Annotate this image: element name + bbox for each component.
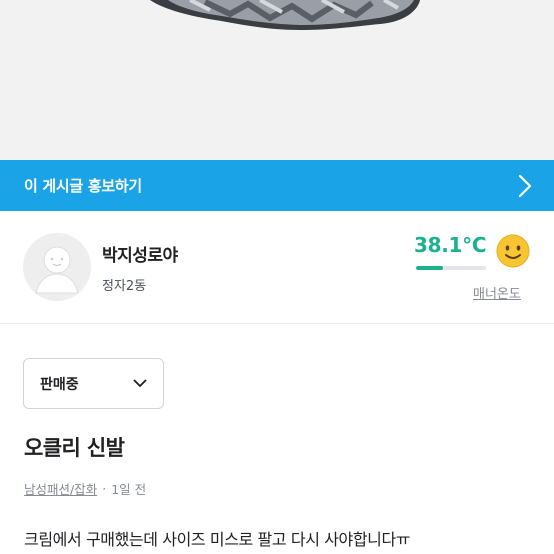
promote-post-label: 이 게시글 홍보하기 bbox=[24, 177, 142, 195]
sale-status-dropdown[interactable]: 판매중 bbox=[23, 358, 164, 409]
smiley-face-icon bbox=[496, 234, 530, 268]
avatar-face-icon bbox=[24, 234, 90, 300]
sale-status-value: 판매중 bbox=[40, 376, 79, 393]
item-time-ago: 1일 전 bbox=[111, 482, 147, 497]
manner-temperature-value: 38.1°C bbox=[414, 233, 487, 257]
default-avatar-icon[interactable] bbox=[23, 233, 91, 301]
item-description: 크림에서 구매했는데 사이즈 미스로 팔고 다시 사야합니다ㅠ bbox=[24, 530, 411, 549]
seller-name[interactable]: 박지성로야 bbox=[102, 241, 178, 266]
product-photo[interactable] bbox=[0, 0, 554, 160]
promote-post-bar[interactable]: 이 게시글 홍보하기 bbox=[0, 160, 554, 211]
manner-temperature-fill bbox=[416, 266, 443, 270]
chevron-right-icon bbox=[518, 174, 532, 197]
item-category-link[interactable]: 남성패션/잡화 bbox=[24, 479, 97, 498]
seller-location: 정자2동 bbox=[102, 279, 147, 294]
shoe-image bbox=[150, 0, 420, 30]
meta-separator: · bbox=[102, 481, 107, 496]
item-title: 오클리 신발 bbox=[24, 436, 125, 460]
manner-temperature-link[interactable]: 매너온도 bbox=[473, 283, 521, 302]
seller-profile: 박지성로야 정자2동 38.1°C 매너온도 bbox=[0, 211, 554, 324]
chevron-down-icon bbox=[133, 379, 147, 387]
manner-temperature-bar bbox=[416, 266, 486, 270]
item-meta: 남성패션/잡화 · 1일 전 bbox=[24, 479, 146, 498]
